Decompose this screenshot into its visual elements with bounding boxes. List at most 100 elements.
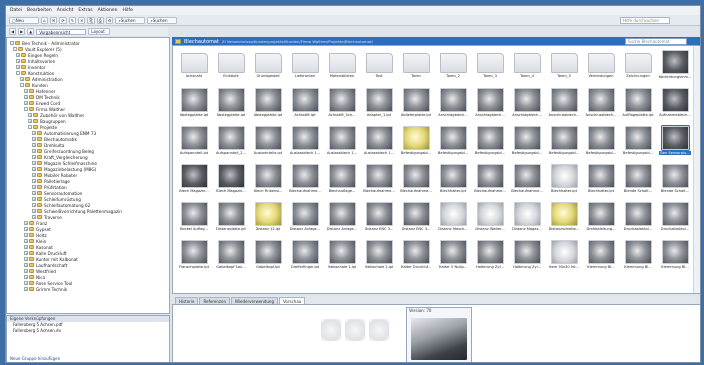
part-file-item[interactable]: Distanz 12.ipt	[251, 202, 285, 240]
part-file-item[interactable]: Ablieferplatte.ipt	[399, 88, 433, 126]
part-file-item[interactable]: Befestigungsbl...	[399, 126, 433, 164]
part-file-item[interactable]: Bockel Auflag...	[177, 202, 211, 240]
toolbar-tool-icon[interactable]: ✉	[50, 16, 58, 24]
expand-toggle-icon[interactable]: +	[24, 257, 28, 261]
vertical-scrollbar[interactable]	[693, 46, 700, 293]
part-file-item[interactable]: Auslassblech 1...	[362, 126, 396, 164]
part-file-item[interactable]: Distanz ENC 3...	[399, 202, 433, 240]
expand-toggle-icon[interactable]: +	[32, 155, 36, 159]
part-file-item[interactable]: Distanz Magaz...	[510, 202, 544, 240]
expand-toggle-icon[interactable]: +	[32, 173, 36, 177]
expand-toggle-icon[interactable]: +	[24, 233, 28, 237]
part-file-item[interactable]: Abdichtungsmm...	[658, 50, 692, 88]
part-file-item[interactable]: Blechaufnahme...	[510, 164, 544, 202]
part-file-item[interactable]: Befestigungsbl...	[436, 126, 470, 164]
expand-toggle-icon[interactable]: -	[13, 47, 17, 51]
folder-item[interactable]: Grundgestell	[251, 50, 285, 88]
tree-node[interactable]: + Grimm Technik	[24, 286, 67, 292]
part-file-item[interactable]: Befestigungsbl...	[510, 126, 544, 164]
toolbar-tool-icon[interactable]: ⟳	[59, 16, 67, 24]
expand-toggle-icon[interactable]: +	[24, 287, 28, 291]
preview-thumb[interactable]	[321, 319, 341, 341]
part-file-item[interactable]: Flanschplatte.ipt	[177, 240, 211, 278]
up-button[interactable]: ▲	[27, 28, 35, 35]
part-file-item[interactable]: Distanz ENC 3...	[362, 202, 396, 240]
expand-toggle-icon[interactable]: +	[32, 149, 36, 153]
expand-toggle-icon[interactable]: +	[20, 77, 24, 81]
part-file-item[interactable]: Achsstift.ipt	[288, 88, 322, 126]
expand-toggle-icon[interactable]: +	[32, 179, 36, 183]
part-file-item[interactable]: Klemmung Bl...	[621, 240, 655, 278]
part-file-item[interactable]: Halterung Zyl...	[473, 240, 507, 278]
part-file-item[interactable]: Halterung Zyl...	[510, 240, 544, 278]
new-group-link[interactable]: Neue Gruppe hinzufügen	[10, 356, 60, 361]
expand-toggle-icon[interactable]: +	[24, 227, 28, 231]
expand-toggle-icon[interactable]: +	[32, 203, 36, 207]
part-file-item[interactable]: Befestigungsbl...	[547, 126, 581, 164]
part-file-item[interactable]: Item 30x30 Int...	[547, 240, 581, 278]
expand-toggle-icon[interactable]: +	[32, 131, 36, 135]
part-file-item[interactable]: Anschlagblech...	[436, 88, 470, 126]
part-file-item[interactable]: Blech Magazin...	[177, 164, 211, 202]
part-file-item[interactable]: Anschlagblech...	[510, 88, 544, 126]
part-file-item[interactable]: Blech Magazin...	[214, 164, 248, 202]
part-file-item[interactable]: Blechauflage...	[325, 164, 359, 202]
part-file-item[interactable]: Aufflageplatte.ipt	[621, 88, 655, 126]
part-file-item[interactable]: Blende Schalt...	[621, 164, 655, 202]
part-file-item[interactable]: Halbschale 2.ipt	[362, 240, 396, 278]
part-file-item[interactable]: Druckablaktpl...	[658, 202, 692, 240]
part-file-item[interactable]: Distanz Masch...	[436, 202, 470, 240]
help-search-input[interactable]: Hilfe durchsuchen	[620, 17, 670, 24]
part-file-item[interactable]: Halter V Nullp...	[436, 240, 470, 278]
part-file-item[interactable]: Blechaufnahme...	[362, 164, 396, 202]
toolbar-tool-icon[interactable]: ✎	[68, 16, 77, 24]
expand-toggle-icon[interactable]: +	[28, 113, 32, 117]
part-file-item[interactable]: Aufspannteil.ipt	[177, 126, 211, 164]
expand-toggle-icon[interactable]: +	[32, 197, 36, 201]
part-file-item[interactable]: Ben Sensorplu...	[658, 125, 692, 164]
folder-item[interactable]: Toren_3	[473, 50, 507, 88]
folder-item[interactable]: Achsnaht	[177, 50, 211, 88]
part-file-item[interactable]: Greiferfinger.ipt	[288, 240, 322, 278]
search-button[interactable]: ⌕ Suchen	[115, 16, 146, 24]
part-file-item[interactable]: Adapter_1.ipt	[362, 88, 396, 126]
folder-item[interactable]: Materiallisten	[325, 50, 359, 88]
advanced-search-button[interactable]: ⌕ Suchen	[147, 16, 178, 24]
forward-button[interactable]: ▶	[18, 28, 26, 35]
part-file-item[interactable]: Auslassblech 1...	[288, 126, 322, 164]
part-file-item[interactable]: Blechhalter.ipt	[584, 164, 618, 202]
part-file-item[interactable]: Achsstift_Sch...	[325, 88, 359, 126]
part-file-item[interactable]: Anschlagblech...	[473, 88, 507, 126]
expand-toggle-icon[interactable]: +	[24, 251, 28, 255]
toolbar-tool-icon[interactable]: ⎘	[87, 16, 95, 24]
expand-toggle-icon[interactable]: +	[32, 209, 36, 213]
part-file-item[interactable]: Auslassblech 1...	[325, 126, 359, 164]
part-file-item[interactable]: Klemmung Bl...	[584, 240, 618, 278]
expand-toggle-icon[interactable]: +	[16, 53, 20, 57]
folder-item[interactable]: Einkäufe	[214, 50, 248, 88]
folder-item[interactable]: Toren_5	[547, 50, 581, 88]
part-file-item[interactable]: Distanzscheibe...	[547, 202, 581, 240]
part-file-item[interactable]: Blechaufnahme...	[288, 164, 322, 202]
expand-toggle-icon[interactable]: +	[32, 185, 36, 189]
expand-toggle-icon[interactable]: +	[24, 95, 28, 99]
part-file-item[interactable]: Blechaufnahme...	[473, 164, 507, 202]
menu-item[interactable]: Bearbeiten	[27, 8, 52, 13]
expand-toggle-icon[interactable]: +	[32, 191, 36, 195]
part-file-item[interactable]: Abstegplatte.ipt	[214, 88, 248, 126]
favorite-item[interactable]: Falleroberg 5 Achsen.dv	[7, 328, 169, 334]
expand-toggle-icon[interactable]: +	[16, 65, 20, 69]
expand-toggle-icon[interactable]: +	[32, 137, 36, 141]
toolbar-tool-icon[interactable]: ⚙	[105, 16, 114, 24]
part-file-item[interactable]: Distanz Walter...	[473, 202, 507, 240]
expand-toggle-icon[interactable]: +	[28, 119, 32, 123]
part-file-item[interactable]: Druckablaktpl...	[621, 202, 655, 240]
expand-toggle-icon[interactable]: +	[32, 167, 36, 171]
preview-thumb[interactable]	[369, 319, 389, 341]
toolbar-tool-icon[interactable]: ✕	[78, 16, 86, 24]
expand-toggle-icon[interactable]: +	[24, 269, 28, 273]
part-file-item[interactable]: Befestigungsbl...	[473, 126, 507, 164]
expand-toggle-icon[interactable]: +	[24, 275, 28, 279]
part-file-item[interactable]: Abstegplatte.ipt	[251, 88, 285, 126]
part-file-item[interactable]: Aufnahmeblech...	[658, 88, 692, 126]
